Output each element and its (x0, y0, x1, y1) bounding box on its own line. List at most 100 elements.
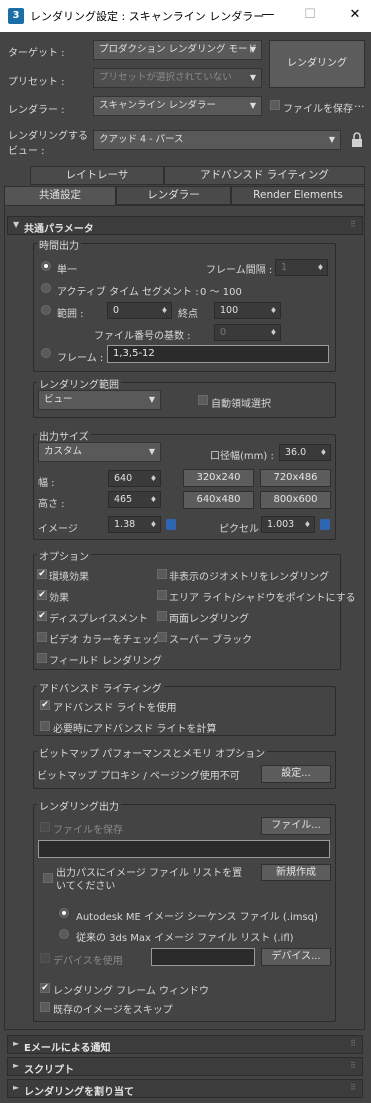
range-start-spinner[interactable]: 0 ♦ (107, 302, 172, 319)
grip-icon: ⠿ (350, 220, 356, 229)
more-button[interactable]: ... (354, 97, 365, 110)
option-checkbox[interactable] (157, 632, 167, 642)
use-advanced-lighting-checkbox[interactable]: ✔ (40, 700, 50, 710)
tab-renderer[interactable]: レンダラー (116, 186, 231, 205)
rollout-common-parameters[interactable]: ▼ 共通パラメータ ⠿ (7, 216, 363, 235)
skip-existing-checkbox[interactable] (40, 1002, 50, 1012)
renderer-dropdown[interactable]: スキャンライン レンダラー ▼ (93, 96, 262, 116)
option-checkbox[interactable] (157, 611, 167, 621)
option-checkbox[interactable] (37, 632, 47, 642)
rollout-title: 共通パラメータ (24, 224, 94, 235)
use-device-label: デバイスを使用 (53, 956, 123, 967)
skip-existing-label: 既存のイメージをスキップ (53, 1005, 173, 1016)
chevron-right-icon: ► (13, 1039, 20, 1048)
render-button[interactable]: レンダリング (269, 40, 365, 88)
option-label: 両面レンダリング (169, 614, 249, 625)
option-checkbox[interactable] (157, 569, 167, 579)
option-checkbox[interactable] (157, 590, 167, 600)
frame-every-spinner[interactable]: 1 ♦ (275, 259, 328, 276)
width-value: 640 (114, 473, 133, 484)
imsq-radio[interactable] (59, 908, 69, 918)
single-radio[interactable] (41, 261, 51, 271)
option-checkbox[interactable]: ✔ (37, 569, 47, 579)
file-number-base-spinner[interactable]: 0 ♦ (214, 324, 281, 341)
size-720x486-button[interactable]: 720x486 (260, 469, 331, 487)
target-label: ターゲット : (8, 48, 65, 59)
active-segment-radio[interactable] (41, 283, 51, 293)
option-checkbox[interactable]: ✔ (37, 611, 47, 621)
tab-raytracer[interactable]: レイトレーサ (30, 166, 164, 185)
save-file-label: ファイルを保存 (283, 104, 353, 115)
put-image-list-label: 出力パスにイメージ ファイル リストを置いてください (56, 868, 243, 892)
single-label: 単一 (57, 265, 77, 276)
output-size-dropdown[interactable]: カスタム ▼ (38, 442, 161, 462)
option-label: 非表示のジオメトリをレンダリング (169, 572, 329, 583)
frame-window-checkbox[interactable]: ✔ (40, 983, 50, 993)
preset-dropdown[interactable]: プリセットが選択されていない ▼ (93, 68, 262, 88)
rollout-email[interactable]: ► Eメールによる通知 ⠿ (7, 1035, 363, 1054)
create-now-button[interactable]: 新規作成 (261, 864, 331, 881)
aperture-spinner[interactable]: 36.0 ♦ (279, 444, 331, 461)
option-label: ビデオ カラーをチェック (49, 635, 163, 646)
image-aspect-lock-icon[interactable] (166, 519, 176, 530)
target-dropdown[interactable]: プロダクション レンダリング モード ▼ (93, 40, 262, 60)
rollout-title: Eメールによる通知 (24, 1043, 111, 1054)
output-size-value: カスタム (44, 446, 83, 457)
options-label: オプション (37, 548, 91, 563)
devices-button[interactable]: デバイス... (261, 948, 331, 966)
spinner-icon: ♦ (303, 520, 311, 529)
size-640x480-button[interactable]: 640x480 (183, 491, 254, 509)
width-spinner[interactable]: 640 ♦ (108, 470, 161, 487)
pixel-aspect-lock-icon[interactable] (320, 519, 330, 530)
ifl-radio[interactable] (59, 929, 69, 939)
view-label: レンダリングする (8, 131, 88, 142)
frames-input[interactable]: 1,3,5-12 (107, 345, 329, 363)
height-spinner[interactable]: 465 ♦ (108, 491, 161, 508)
save-file-output-label: ファイルを保存 (53, 825, 123, 836)
size-800x600-button[interactable]: 800x600 (260, 491, 331, 509)
range-radio[interactable] (41, 305, 51, 315)
compute-advanced-lighting-label: 必要時にアドバンスド ライトを計算 (53, 724, 217, 735)
option-label: フィールド レンダリング (49, 656, 162, 667)
tab-common[interactable]: 共通設定 (4, 186, 116, 205)
pixel-aspect-spinner[interactable]: 1.003 ♦ (261, 516, 315, 533)
maximize-button[interactable]: ☐ (295, 4, 325, 26)
range-end-label: 終点 (178, 309, 198, 320)
advanced-lighting-label: アドバンスド ライティング (37, 680, 164, 695)
use-device-checkbox[interactable] (40, 953, 50, 963)
rollout-assign-renderer[interactable]: ► レンダリングを割り当て ⠿ (7, 1079, 363, 1098)
bitmap-settings-button[interactable]: 設定... (261, 765, 331, 783)
image-aspect-spinner[interactable]: 1.38 ♦ (108, 516, 161, 533)
renderer-value: スキャンライン レンダラー (99, 100, 217, 111)
save-file-checkbox[interactable] (270, 100, 280, 110)
option-label: エリア ライト/シャドウをポイントにする (169, 593, 356, 604)
option-checkbox[interactable] (37, 653, 47, 663)
file-number-base-value: 0 (220, 327, 227, 338)
device-input[interactable] (151, 948, 255, 966)
spinner-icon: ♦ (149, 495, 157, 504)
pixel-aspect-value: 1.003 (267, 519, 295, 530)
put-image-list-checkbox[interactable] (43, 873, 53, 883)
option-checkbox[interactable]: ✔ (37, 590, 47, 600)
save-file-output-checkbox[interactable] (40, 822, 50, 832)
minimize-button[interactable]: — (253, 4, 283, 26)
grip-icon: ⠿ (350, 1083, 356, 1092)
renderer-label: レンダラー : (8, 105, 65, 116)
view-dropdown[interactable]: クアッド 4 - パース ▼ (93, 130, 341, 150)
image-aspect-value: 1.38 (114, 519, 136, 530)
compute-advanced-lighting-checkbox[interactable] (40, 721, 50, 731)
auto-region-checkbox[interactable] (198, 395, 208, 405)
lock-icon[interactable] (351, 132, 363, 148)
size-320x240-button[interactable]: 320x240 (183, 469, 254, 487)
tab-render-elements[interactable]: Render Elements (231, 186, 365, 205)
tab-advanced-lighting[interactable]: アドバンスド ライティング (164, 166, 365, 185)
output-path-input[interactable] (38, 840, 330, 858)
frames-radio[interactable] (41, 348, 51, 358)
option-label: 効果 (49, 593, 69, 604)
spinner-icon: ♦ (269, 328, 277, 337)
files-button[interactable]: ファイル... (261, 817, 331, 835)
rollout-scripts[interactable]: ► スクリプト ⠿ (7, 1057, 363, 1076)
range-end-spinner[interactable]: 100 ♦ (214, 302, 281, 319)
render-area-dropdown[interactable]: ビュー ▼ (38, 390, 161, 410)
close-button[interactable]: ✕ (340, 4, 370, 26)
